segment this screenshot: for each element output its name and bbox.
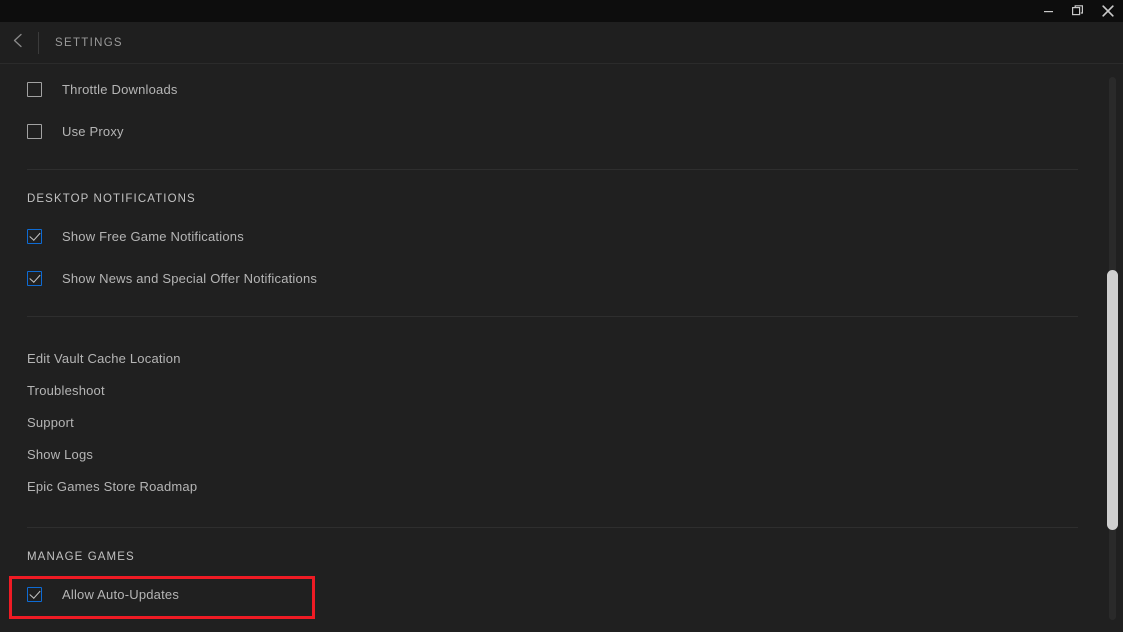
close-icon	[1102, 5, 1114, 17]
minimize-button[interactable]	[1033, 0, 1063, 22]
settings-scroll-area: Enable Cloud Saves Throttle Downloads Us…	[0, 65, 1123, 632]
setting-label: Allow Auto-Updates	[62, 586, 180, 602]
setting-row-throttle-downloads[interactable]: Throttle Downloads	[0, 68, 1105, 110]
setting-row-show-free-game-notifications[interactable]: Show Free Game Notifications	[0, 215, 1105, 257]
setting-row-use-proxy[interactable]: Use Proxy	[0, 110, 1105, 152]
setting-label: Use Proxy	[62, 123, 124, 139]
checkbox-show-free-game-notifications[interactable]	[27, 228, 42, 244]
section-divider	[27, 169, 1078, 170]
header-divider	[38, 31, 39, 54]
section-divider	[27, 316, 1078, 317]
page-header: SETTINGS	[0, 22, 1123, 64]
setting-row-show-news-and-special-offer-notifications[interactable]: Show News and Special Offer Notification…	[0, 257, 1105, 299]
link-edit-vault-cache-location[interactable]: Edit Vault Cache Location	[0, 342, 1105, 374]
restore-button[interactable]	[1063, 0, 1093, 22]
checkbox-use-proxy[interactable]	[27, 123, 42, 139]
minimize-icon	[1043, 6, 1054, 17]
link-epic-games-store-roadmap[interactable]: Epic Games Store Roadmap	[0, 470, 1105, 502]
link-support[interactable]: Support	[0, 406, 1105, 438]
setting-row-allow-auto-updates[interactable]: Allow Auto-Updates	[0, 573, 1105, 615]
settings-window: SETTINGS Enable Cloud Saves Throttle Dow…	[0, 0, 1123, 632]
title-bar	[0, 0, 1123, 22]
checkbox-allow-auto-updates[interactable]	[27, 586, 42, 602]
vertical-scrollbar[interactable]	[1107, 65, 1118, 632]
link-troubleshoot[interactable]: Troubleshoot	[0, 374, 1105, 406]
back-button[interactable]	[0, 22, 36, 64]
link-show-logs[interactable]: Show Logs	[0, 438, 1105, 470]
section-header-desktop-notifications: DESKTOP NOTIFICATIONS	[27, 193, 196, 205]
page-title: SETTINGS	[55, 36, 123, 49]
settings-list: Enable Cloud Saves Throttle Downloads Us…	[0, 65, 1105, 615]
section-divider	[27, 527, 1078, 528]
checkbox-show-news-notifications[interactable]	[27, 270, 42, 286]
chevron-left-icon	[12, 33, 25, 53]
setting-label: Show News and Special Offer Notification…	[62, 270, 318, 286]
scrollbar-thumb[interactable]	[1107, 270, 1118, 530]
checkbox-throttle-downloads[interactable]	[27, 81, 42, 97]
restore-icon	[1072, 5, 1084, 17]
section-header-manage-games: MANAGE GAMES	[27, 551, 135, 563]
setting-label: Show Free Game Notifications	[62, 228, 244, 244]
setting-label: Throttle Downloads	[62, 81, 178, 97]
close-button[interactable]	[1093, 0, 1123, 22]
